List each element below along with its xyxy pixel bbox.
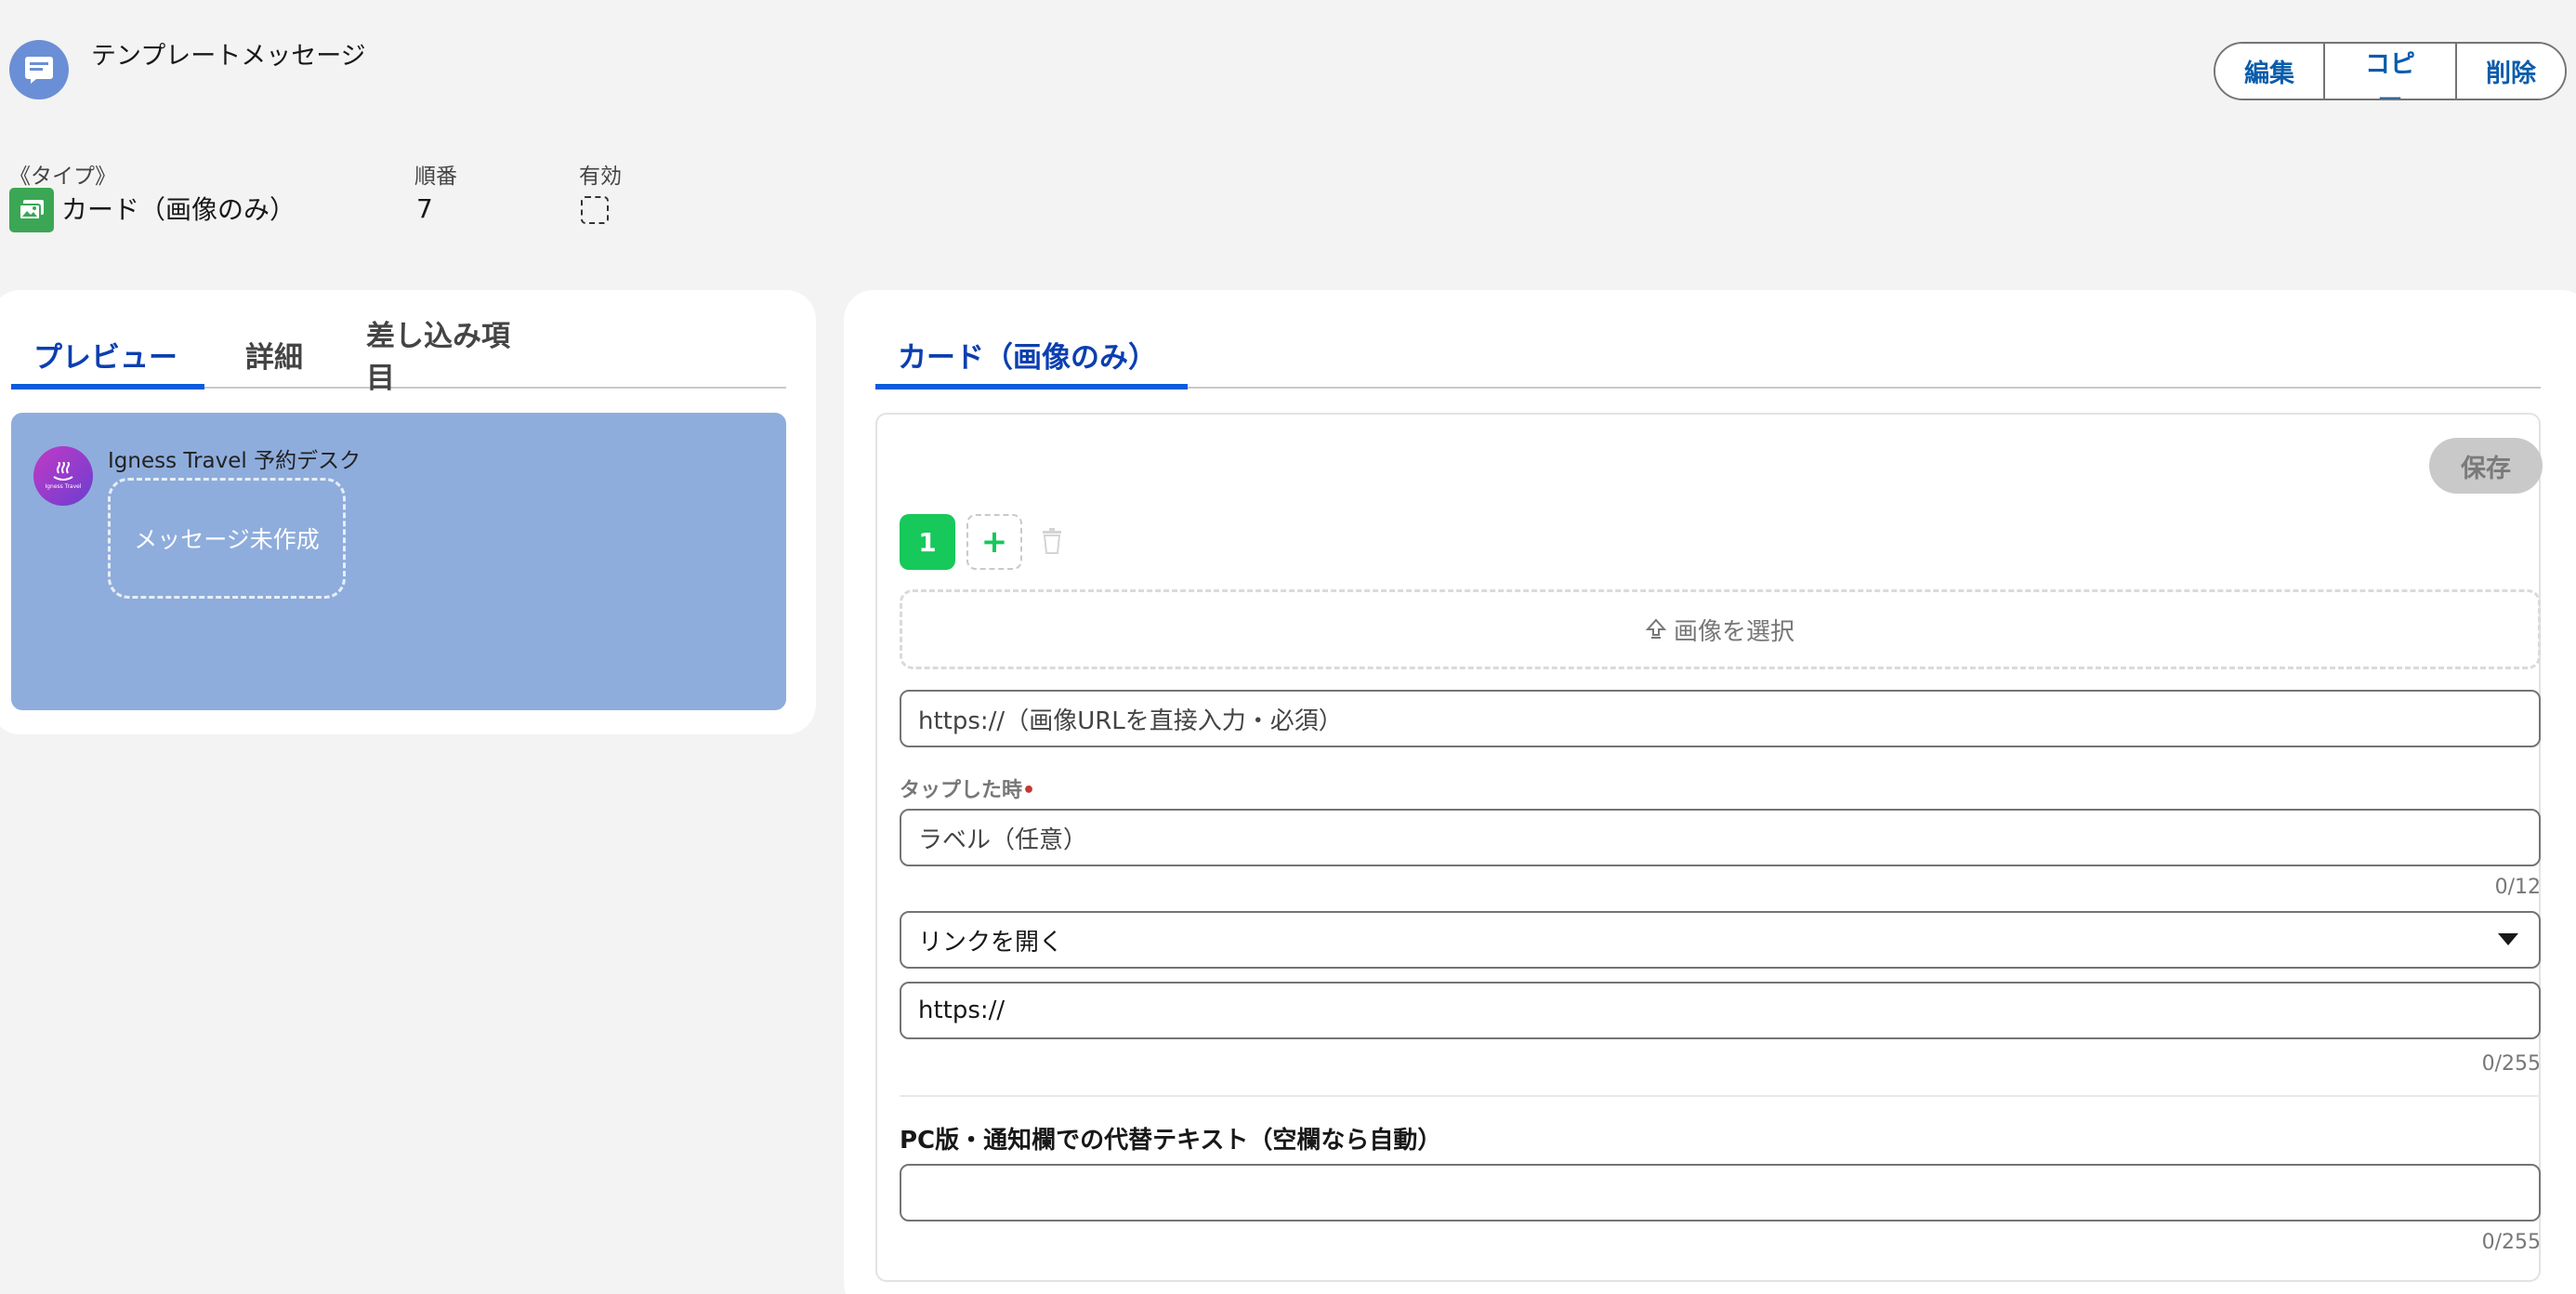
image-upload-zone[interactable]: 画像を選択 (900, 589, 2541, 669)
action-select[interactable]: リンクを開く (900, 911, 2541, 969)
type-label: 《タイプ》 (9, 165, 116, 189)
copy-button[interactable]: コピー (2323, 44, 2455, 99)
order-label: 順番 (414, 165, 457, 189)
trash-icon[interactable] (1041, 528, 1063, 554)
link-url-input[interactable]: https:// (900, 982, 2541, 1039)
active-checkbox (581, 196, 609, 224)
plus-icon: + (980, 523, 1008, 561)
tap-action-label: タップした時• (900, 779, 1036, 802)
upload-label: 画像を選択 (1673, 617, 1794, 646)
sender-name: Igness Travel 予約デスク (108, 449, 361, 473)
delete-button[interactable]: 削除 (2455, 44, 2565, 99)
alt-text-counter: 0/255 (2481, 1231, 2541, 1254)
hot-spring-icon (53, 462, 73, 481)
edit-button[interactable]: 編集 (2215, 44, 2323, 99)
save-button[interactable]: 保存 (2429, 438, 2543, 494)
image-url-input[interactable]: https://（画像URLを直接入力・必須） (900, 690, 2541, 747)
tab-image-card[interactable]: カード（画像のみ） (875, 322, 1188, 390)
tab-preview[interactable]: プレビュー (11, 322, 204, 390)
add-card-button[interactable]: + (966, 514, 1022, 570)
avatar: Igness Travel (33, 446, 93, 506)
preview-tabs: プレビュー 詳細 差し込み項目 (11, 320, 786, 395)
type-value: カード（画像のみ） (61, 194, 296, 225)
chevron-down-icon (2498, 933, 2518, 945)
template-message-icon (9, 40, 69, 99)
label-input[interactable]: ラベル（任意） (900, 809, 2541, 866)
page-title: テンプレートメッセージ (91, 42, 366, 71)
empty-message-text: メッセージ未作成 (134, 526, 320, 553)
link-counter: 0/255 (2481, 1052, 2541, 1076)
avatar-text: Igness Travel (45, 483, 82, 490)
message-preview: Igness Travel Igness Travel 予約デスク メッセージ未… (11, 413, 786, 710)
label-counter: 0/12 (2494, 876, 2541, 899)
record-actions: 編集 コピー 削除 (2214, 42, 2567, 100)
alt-text-label: PC版・通知欄での代替テキスト（空欄なら自動） (900, 1127, 1442, 1155)
image-card-icon (9, 188, 54, 232)
upload-icon (1645, 618, 1666, 639)
tab-details[interactable]: 詳細 (204, 322, 344, 387)
alt-text-input[interactable] (900, 1164, 2541, 1221)
editor-tabs: カード（画像のみ） (875, 322, 2541, 390)
message-bubble: メッセージ未作成 (108, 478, 346, 599)
action-select-value: リンクを開く (918, 928, 1064, 957)
section-divider (900, 1095, 2541, 1097)
card-page-1[interactable]: 1 (900, 514, 955, 570)
order-value: 7 (416, 193, 433, 224)
tab-merge-fields[interactable]: 差し込み項目 (344, 320, 558, 395)
active-label: 有効 (579, 165, 622, 189)
